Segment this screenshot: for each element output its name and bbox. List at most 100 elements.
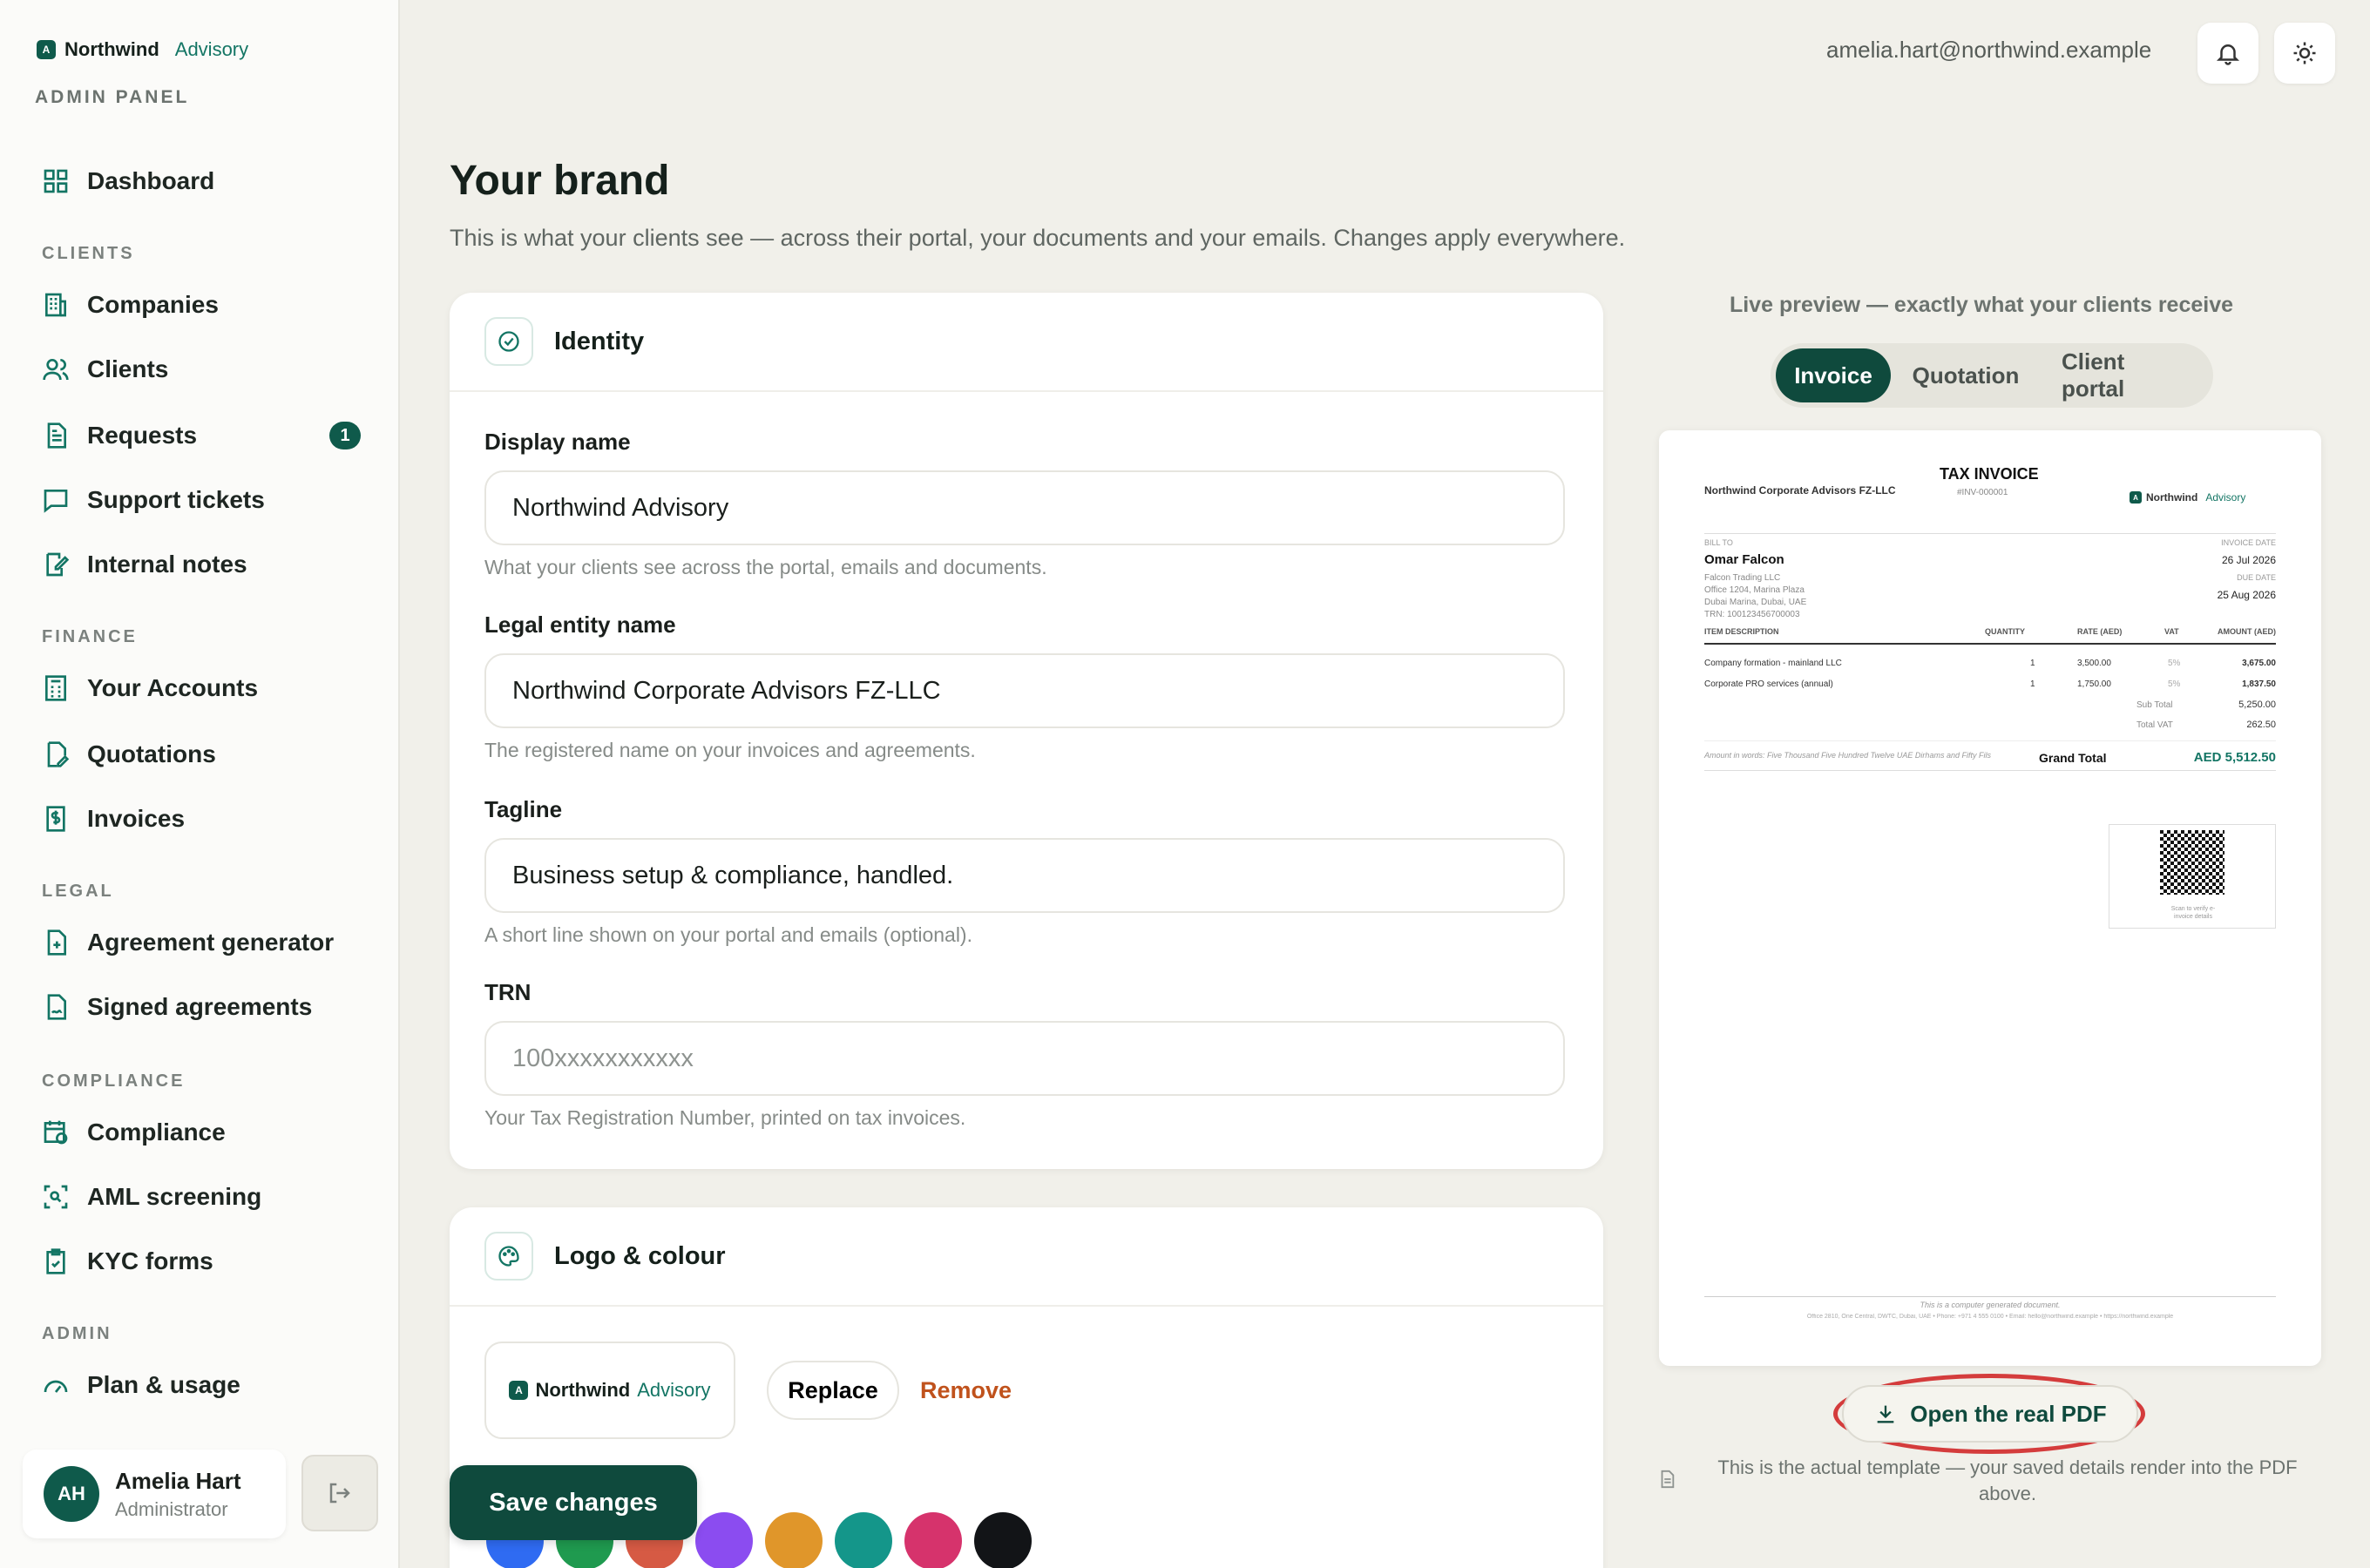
doc-logo-name: Northwind: [2146, 491, 2198, 504]
display-name-help: What your clients see across the portal,…: [484, 556, 1047, 578]
sidebar-item-aml-screening[interactable]: AML screening: [42, 1173, 366, 1221]
calculator-icon: [45, 675, 66, 701]
sidebar-item-signed-agreements[interactable]: Signed agreements: [42, 983, 366, 1031]
trn-input[interactable]: [484, 1021, 1565, 1096]
sidebar-item-support-tickets[interactable]: Support tickets: [42, 476, 366, 524]
tab-quotation[interactable]: Quotation: [1891, 348, 2041, 402]
legal-name-help: The registered name on your invoices and…: [484, 739, 976, 761]
brand-name: Northwind: [64, 38, 159, 60]
sidebar-item-label: Dashboard: [87, 167, 215, 194]
display-name-input[interactable]: [484, 470, 1565, 545]
logout-icon: [329, 1483, 350, 1504]
bell-icon: [2216, 44, 2240, 65]
vat-value: 262.50: [2246, 720, 2276, 730]
client-address: Falcon Trading LLC Office 1204, Marina P…: [1704, 572, 1806, 621]
nav-section-admin: ADMIN: [42, 1324, 112, 1343]
sidebar-item-label: Support tickets: [87, 486, 265, 513]
brand-mark-icon: A: [37, 40, 56, 59]
grand-total-label: Grand Total: [2039, 751, 2107, 765]
tagline-input[interactable]: [484, 838, 1565, 913]
open-pdf-label: Open the real PDF: [1910, 1400, 2107, 1427]
sidebar-item-companies[interactable]: Companies: [42, 280, 366, 329]
sidebar-item-invoices[interactable]: Invoices: [42, 794, 366, 843]
colour-swatch[interactable]: [695, 1512, 753, 1568]
logo-preview: A Northwind Advisory: [484, 1342, 735, 1439]
brand-sub: Advisory: [174, 38, 249, 60]
display-name-label: Display name: [484, 429, 631, 455]
sidebar-item-quotations[interactable]: Quotations: [42, 730, 366, 779]
row-vat: 5%: [2168, 679, 2181, 689]
gauge-icon: [44, 1380, 68, 1393]
signed-doc-icon: [47, 994, 66, 1020]
client-line: Office 1204, Marina Plaza: [1704, 585, 1805, 595]
sidebar-item-plan-usage[interactable]: Plan & usage: [42, 1361, 366, 1409]
trn-help: Your Tax Registration Number, printed on…: [484, 1106, 966, 1129]
sidebar-item-label: Compliance: [87, 1119, 226, 1146]
user-card[interactable]: AH Amelia Hart Administrator: [23, 1450, 286, 1538]
totals-rule: [1704, 740, 2276, 741]
theme-toggle-button[interactable]: [2274, 23, 2335, 84]
grand-total-rule: [1704, 770, 2276, 771]
colour-swatch[interactable]: [904, 1512, 962, 1568]
sidebar-item-kyc-forms[interactable]: KYC forms: [42, 1237, 366, 1286]
invoice-icon: [46, 806, 65, 832]
invoice-preview-document: Northwind Corporate Advisors FZ-LLC TAX …: [1659, 430, 2321, 1366]
tab-invoice[interactable]: Invoice: [1776, 348, 1891, 402]
sidebar-item-label: KYC forms: [87, 1247, 213, 1274]
sidebar-item-your-accounts[interactable]: Your Accounts: [42, 664, 366, 713]
sidebar-item-dashboard[interactable]: Dashboard: [42, 157, 366, 206]
scan-search-icon: [44, 1185, 68, 1209]
sidebar-item-clients[interactable]: Clients: [42, 345, 366, 394]
footer-contact: Office 2810, One Central, DWTC, Dubai, U…: [1806, 1314, 2174, 1320]
due-date: 25 Aug 2026: [2217, 589, 2276, 601]
remove-logo-button[interactable]: Remove: [920, 1361, 1012, 1420]
footer-rule: [1704, 1296, 2276, 1297]
dashboard-icon: [44, 169, 68, 193]
subtotal-value: 5,250.00: [2238, 700, 2276, 710]
nav-section-clients: CLIENTS: [42, 244, 135, 263]
sidebar-item-compliance[interactable]: Compliance: [42, 1108, 366, 1157]
tab-client-portal[interactable]: Client portal: [2041, 348, 2206, 402]
users-icon: [43, 359, 69, 381]
colour-swatch[interactable]: [835, 1512, 892, 1568]
col-amount: AMOUNT (AED): [2218, 627, 2276, 636]
notifications-button[interactable]: [2197, 23, 2258, 84]
nav-section-finance: FINANCE: [42, 627, 138, 646]
identity-card-header: Identity: [450, 293, 1603, 392]
sidebar-item-label: AML screening: [87, 1183, 262, 1210]
sidebar-item-agreement-generator[interactable]: Agreement generator: [42, 918, 366, 967]
download-icon: [1877, 1405, 1894, 1423]
legal-name-input[interactable]: [484, 653, 1565, 728]
row-rate: 3,500.00: [2077, 659, 2111, 668]
document-icon: [47, 422, 66, 449]
sidebar-item-requests[interactable]: Requests 1: [42, 411, 366, 460]
panel-label: ADMIN PANEL: [35, 87, 190, 107]
row-description: Corporate PRO services (annual): [1704, 679, 1833, 689]
sidebar-item-label: Your Accounts: [87, 674, 259, 701]
replace-logo-button[interactable]: Replace: [767, 1361, 899, 1420]
doc-logo-sub: Advisory: [2205, 491, 2246, 504]
row-amount: 1,837.50: [2242, 679, 2276, 689]
file-icon: [1661, 1470, 1675, 1489]
col-description: ITEM DESCRIPTION: [1704, 627, 1779, 636]
clipboard-check-icon: [46, 1248, 65, 1274]
brand-logo[interactable]: A Northwind Advisory: [37, 38, 248, 61]
brand-mark-icon: A: [2130, 491, 2142, 504]
tagline-label: Tagline: [484, 796, 563, 822]
tagline-help: A short line shown on your portal and em…: [484, 923, 972, 946]
nav-section-legal: LEGAL: [42, 882, 114, 901]
user-email: amelia.hart@northwind.example: [1826, 37, 2152, 63]
doc-logo: A Northwind Advisory: [2130, 491, 2245, 504]
colour-swatch[interactable]: [765, 1512, 823, 1568]
sidebar-item-internal-notes[interactable]: Internal notes: [42, 540, 366, 589]
colour-swatch[interactable]: [974, 1512, 1032, 1568]
table-header-rule: [1704, 643, 2276, 645]
open-real-pdf-button[interactable]: Open the real PDF: [1842, 1385, 2138, 1443]
logout-button[interactable]: [301, 1455, 378, 1531]
qr-code-icon: [2160, 830, 2224, 895]
client-line: TRN: 100123456700003: [1704, 610, 1800, 619]
doc-number: #INV-000001: [1957, 488, 2008, 497]
preview-note: This is the actual template — your saved…: [1717, 1456, 2298, 1504]
save-changes-button[interactable]: Save changes: [450, 1465, 697, 1540]
doc-plus-icon: [47, 929, 66, 956]
